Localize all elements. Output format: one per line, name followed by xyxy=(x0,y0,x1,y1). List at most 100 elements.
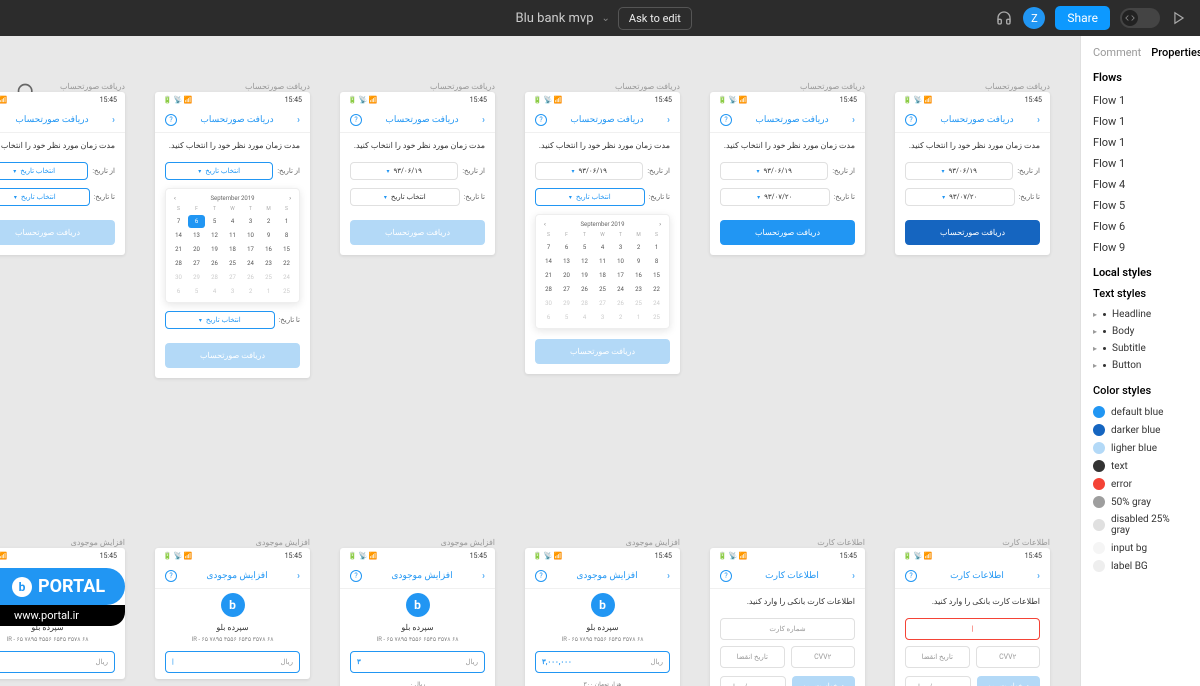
submit-button[interactable]: دریافت صورتحساب xyxy=(905,220,1040,245)
back-icon[interactable]: ‹ xyxy=(1037,115,1040,126)
statement-frame[interactable]: 15:45📶 📡 🔋‹دریافت صورتحساب?مدت زمان مورد… xyxy=(710,92,865,255)
help-icon[interactable]: ? xyxy=(165,570,177,582)
tab-comment[interactable]: Comment xyxy=(1093,46,1141,59)
help-icon[interactable]: ? xyxy=(720,570,732,582)
date-input[interactable]: انتخاب تاریخ▾ xyxy=(535,188,645,206)
cvv-input[interactable]: CVV۲ xyxy=(976,646,1041,668)
cal-next[interactable]: › xyxy=(544,221,546,228)
help-icon[interactable]: ? xyxy=(905,570,917,582)
flow-item[interactable]: Flow 5 xyxy=(1093,195,1188,216)
flow-item[interactable]: Flow 1 xyxy=(1093,111,1188,132)
submit-button[interactable]: دریافت صورتحساب xyxy=(720,220,855,245)
help-icon[interactable]: ? xyxy=(720,114,732,126)
help-icon[interactable]: ? xyxy=(350,114,362,126)
dev-mode-toggle[interactable] xyxy=(1120,8,1160,28)
date-input[interactable]: انتخاب تاریخ▾ xyxy=(350,188,460,206)
card-number-input[interactable]: شماره کارت xyxy=(720,618,855,640)
flow-item[interactable]: Flow 1 xyxy=(1093,90,1188,111)
flow-item[interactable]: Flow 9 xyxy=(1093,237,1188,258)
amount-input[interactable]: ریال۳,۰۰۰,۰۰۰ xyxy=(535,651,670,673)
bal-frame[interactable]: 15:45📶 📡 🔋‹افزایش موجودی?bسپرده بلوIR - … xyxy=(525,548,680,686)
color-style-item[interactable]: default blue xyxy=(1093,403,1188,421)
back-icon[interactable]: ‹ xyxy=(482,115,485,126)
frame-label[interactable]: دریافت صورتحساب xyxy=(0,82,125,91)
card-frame[interactable]: 15:45📶 📡 🔋‹اطلاعات کارت?اطلاعات کارت بان… xyxy=(895,548,1050,686)
pass-input[interactable]: رمز دوم / پویا xyxy=(720,676,786,686)
flow-item[interactable]: Flow 4 xyxy=(1093,174,1188,195)
request-pass-button[interactable]: درخواست رمز دوم پویا xyxy=(792,676,856,686)
back-icon[interactable]: ‹ xyxy=(667,571,670,582)
frame-label[interactable]: دریافت صورتحساب xyxy=(895,82,1050,91)
color-style-item[interactable]: disabled 25% gray xyxy=(1093,511,1188,539)
back-icon[interactable]: ‹ xyxy=(297,115,300,126)
card-number-input[interactable]: | xyxy=(905,618,1040,640)
statement-frame[interactable]: 15:45📶 📡 🔋‹دریافت صورتحساب?مدت زمان مورد… xyxy=(525,92,680,374)
canvas[interactable]: دریافت صورتحساب15:45📶 📡 🔋‹دریافت صورتحسا… xyxy=(0,36,1080,686)
back-icon[interactable]: ‹ xyxy=(852,115,855,126)
flow-item[interactable]: Flow 1 xyxy=(1093,132,1188,153)
help-icon[interactable]: ? xyxy=(165,114,177,126)
color-style-item[interactable]: text xyxy=(1093,457,1188,475)
chevron-down-icon[interactable]: ⌄ xyxy=(602,13,610,24)
expiry-input[interactable]: تاریخ انقضا xyxy=(905,646,970,668)
date-input[interactable]: انتخاب تاریخ▾ xyxy=(165,162,273,180)
date-input[interactable]: انتخاب تاریخ▾ xyxy=(165,311,275,329)
frame-label[interactable]: دریافت صورتحساب xyxy=(525,82,680,91)
date-input[interactable]: ۹۳/۰۶/۱۹▾ xyxy=(535,162,643,180)
file-title[interactable]: Blu bank mvp xyxy=(516,11,594,26)
play-icon[interactable] xyxy=(1170,9,1188,27)
text-style-item[interactable]: ▸Button xyxy=(1093,357,1188,374)
submit-button[interactable]: دریافت صورتحساب xyxy=(0,220,115,245)
frame-label[interactable]: دریافت صورتحساب xyxy=(710,82,865,91)
color-style-item[interactable]: 50% gray xyxy=(1093,493,1188,511)
cvv-input[interactable]: CVV۲ xyxy=(791,646,856,668)
color-style-item[interactable]: error xyxy=(1093,475,1188,493)
date-input[interactable]: ۹۳/۰۶/۱۹▾ xyxy=(905,162,1013,180)
request-pass-button[interactable]: درخواست رمز دوم پویا xyxy=(977,676,1041,686)
date-input[interactable]: ۹۳/۰۶/۱۹▾ xyxy=(350,162,458,180)
frame-label[interactable]: افزایش موجودی xyxy=(525,538,680,547)
color-style-item[interactable]: label BG xyxy=(1093,557,1188,575)
color-style-item[interactable]: input bg xyxy=(1093,539,1188,557)
frame-label[interactable]: افزایش موجودی xyxy=(155,538,310,547)
tab-properties[interactable]: Properties xyxy=(1151,46,1200,59)
frame-label[interactable]: افزایش موجودی xyxy=(0,538,125,547)
back-icon[interactable]: ‹ xyxy=(667,115,670,126)
calendar[interactable]: ‹September 2019›SMTWTFS12345678910111213… xyxy=(535,214,670,329)
statement-frame[interactable]: 15:45📶 📡 🔋‹دریافت صورتحساب?مدت زمان مورد… xyxy=(155,92,310,378)
cal-prev[interactable]: ‹ xyxy=(289,195,291,202)
headphones-icon[interactable] xyxy=(995,9,1013,27)
ask-to-edit-button[interactable]: Ask to edit xyxy=(618,7,692,30)
back-icon[interactable]: ‹ xyxy=(297,571,300,582)
date-input[interactable]: ۹۳/۰۷/۲۰▾ xyxy=(905,188,1015,206)
submit-button[interactable]: دریافت صورتحساب xyxy=(165,343,300,368)
expiry-input[interactable]: تاریخ انقضا xyxy=(720,646,785,668)
amount-input[interactable]: ریال| xyxy=(165,651,300,673)
date-input[interactable]: ۹۳/۰۶/۱۹▾ xyxy=(720,162,828,180)
bal-frame[interactable]: 15:45📶 📡 🔋‹افزایش موجودی?bسپرده بلوIR - … xyxy=(155,548,310,679)
cal-prev[interactable]: ‹ xyxy=(659,221,661,228)
back-icon[interactable]: ‹ xyxy=(482,571,485,582)
bal-frame[interactable]: 15:45📶 📡 🔋‹افزایش موجودی?bسپرده بلوIR - … xyxy=(340,548,495,686)
text-style-item[interactable]: ▸Subtitle xyxy=(1093,340,1188,357)
amount-input[interactable]: ریال| xyxy=(0,651,115,673)
statement-frame[interactable]: 15:45📶 📡 🔋‹دریافت صورتحساب?مدت زمان مورد… xyxy=(895,92,1050,255)
frame-label[interactable]: اطلاعات کارت xyxy=(895,538,1050,547)
calendar[interactable]: ‹September 2019›SMTWTFS12345678910111213… xyxy=(165,188,300,303)
submit-button[interactable]: دریافت صورتحساب xyxy=(350,220,485,245)
back-icon[interactable]: ‹ xyxy=(852,571,855,582)
cal-next[interactable]: › xyxy=(174,195,176,202)
frame-label[interactable]: دریافت صورتحساب xyxy=(155,82,310,91)
frame-label[interactable]: دریافت صورتحساب xyxy=(340,82,495,91)
help-icon[interactable]: ? xyxy=(905,114,917,126)
statement-frame[interactable]: 15:45📶 📡 🔋‹دریافت صورتحساب?مدت زمان مورد… xyxy=(0,92,125,255)
pass-input[interactable]: رمز دوم / پویا xyxy=(905,676,971,686)
date-input[interactable]: ۹۳/۰۷/۲۰▾ xyxy=(720,188,830,206)
date-input[interactable]: انتخاب تاریخ▾ xyxy=(0,188,90,206)
help-icon[interactable]: ? xyxy=(350,570,362,582)
text-style-item[interactable]: ▸Body xyxy=(1093,323,1188,340)
color-style-item[interactable]: ligher blue xyxy=(1093,439,1188,457)
date-input[interactable]: انتخاب تاریخ▾ xyxy=(0,162,88,180)
color-style-item[interactable]: darker blue xyxy=(1093,421,1188,439)
back-icon[interactable]: ‹ xyxy=(112,115,115,126)
